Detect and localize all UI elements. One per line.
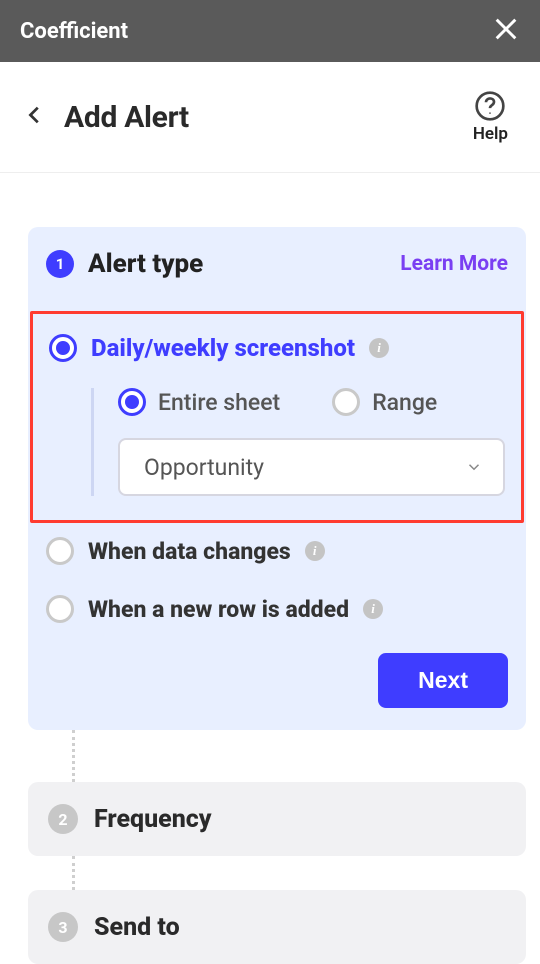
next-row: Next bbox=[46, 653, 508, 708]
body: 1 Alert type Learn More Daily/weekly scr… bbox=[0, 173, 540, 964]
sheet-select[interactable]: Opportunity bbox=[118, 438, 505, 496]
learn-more-link[interactable]: Learn More bbox=[400, 252, 508, 276]
option-label: Daily/weekly screenshot bbox=[91, 334, 355, 362]
step-1-header-left: 1 Alert type bbox=[46, 249, 203, 279]
next-button[interactable]: Next bbox=[378, 653, 508, 708]
option-label: When data changes bbox=[88, 538, 291, 565]
page-header: Add Alert Help bbox=[0, 62, 540, 173]
step-1-badge: 1 bbox=[46, 250, 74, 278]
step-1-title: Alert type bbox=[88, 249, 203, 279]
app-title: Coefficient bbox=[20, 19, 128, 44]
option-label: When a new row is added bbox=[88, 596, 349, 623]
option-range[interactable]: Range bbox=[332, 388, 437, 416]
select-value: Opportunity bbox=[144, 454, 264, 481]
option-daily-weekly-screenshot[interactable]: Daily/weekly screenshot i bbox=[49, 334, 505, 362]
header-left: Add Alert bbox=[24, 100, 189, 135]
close-button[interactable] bbox=[492, 15, 520, 47]
step-3-badge: 3 bbox=[48, 912, 78, 942]
topbar: Coefficient bbox=[0, 0, 540, 62]
entire-sheet-label: Entire sheet bbox=[158, 389, 280, 416]
range-label: Range bbox=[372, 389, 437, 416]
info-icon[interactable]: i bbox=[305, 541, 325, 561]
chevron-left-icon bbox=[24, 104, 46, 126]
help-button[interactable]: Help bbox=[473, 90, 508, 144]
scope-radio-group: Entire sheet Range bbox=[118, 388, 505, 416]
step-connector bbox=[72, 730, 526, 782]
screenshot-sub-options: Entire sheet Range Opportunity bbox=[91, 388, 505, 496]
info-icon[interactable]: i bbox=[369, 338, 389, 358]
radio-unchecked-icon bbox=[332, 388, 360, 416]
close-icon bbox=[492, 15, 520, 43]
chevron-down-icon bbox=[465, 458, 483, 476]
step-2-badge: 2 bbox=[48, 804, 78, 834]
step-2-title: Frequency bbox=[94, 805, 212, 834]
help-label: Help bbox=[473, 124, 508, 144]
step-1-header: 1 Alert type Learn More bbox=[46, 249, 508, 279]
option-when-data-changes[interactable]: When data changes i bbox=[46, 537, 508, 565]
radio-unchecked-icon bbox=[46, 595, 74, 623]
step-3-collapsed[interactable]: 3 Send to bbox=[28, 890, 526, 964]
step-3-title: Send to bbox=[94, 913, 180, 942]
page-title: Add Alert bbox=[64, 100, 189, 135]
radio-unchecked-icon bbox=[46, 537, 74, 565]
option-entire-sheet[interactable]: Entire sheet bbox=[118, 388, 280, 416]
back-button[interactable] bbox=[24, 104, 46, 130]
info-icon[interactable]: i bbox=[363, 599, 383, 619]
step-connector bbox=[72, 856, 526, 890]
help-icon bbox=[474, 90, 506, 122]
option-when-new-row-added[interactable]: When a new row is added i bbox=[46, 595, 508, 623]
step-1-card: 1 Alert type Learn More Daily/weekly scr… bbox=[28, 227, 526, 730]
radio-checked-icon bbox=[118, 388, 146, 416]
radio-checked-icon bbox=[49, 334, 77, 362]
step-2-collapsed[interactable]: 2 Frequency bbox=[28, 782, 526, 856]
selected-option-highlight: Daily/weekly screenshot i Entire sheet R… bbox=[30, 311, 524, 523]
